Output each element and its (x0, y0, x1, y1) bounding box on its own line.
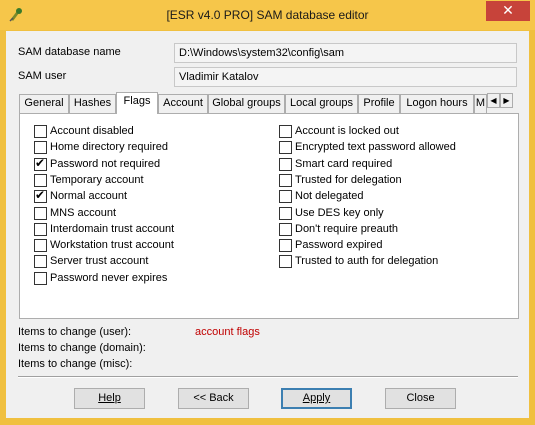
tab-logon-hours[interactable]: Logon hours (400, 94, 474, 113)
checkmark-icon: ✔ (35, 188, 46, 203)
unchecked-box-icon[interactable] (34, 141, 47, 155)
unchecked-box-icon[interactable] (279, 206, 292, 220)
unchecked-box-icon[interactable] (34, 255, 47, 269)
checked-box-icon[interactable]: ✔ (34, 155, 47, 171)
flag-label: Password not required (50, 157, 161, 170)
change-user-label: Items to change (user): (18, 326, 132, 338)
unchecked-box-icon[interactable] (279, 141, 292, 155)
sam-user-label: SAM user (18, 70, 67, 82)
change-user-value: account flags (195, 326, 260, 338)
flag-checkbox[interactable]: Password expired (279, 239, 382, 253)
tab-general[interactable]: General (19, 94, 69, 113)
unchecked-box-icon[interactable] (34, 125, 47, 138)
flag-label: Password never expires (50, 271, 168, 284)
flag-checkbox[interactable]: Not delegated (279, 190, 364, 204)
flag-label: Don't require preauth (295, 222, 398, 235)
unchecked-box-icon[interactable] (279, 157, 292, 171)
flag-checkbox[interactable]: Account disabled (34, 125, 134, 139)
flag-label: Account disabled (50, 125, 134, 137)
unchecked-box-icon[interactable] (279, 125, 292, 138)
sam-db-label: SAM database name (18, 46, 121, 58)
flag-label: Trusted for delegation (295, 173, 402, 186)
flag-checkbox[interactable]: MNS account (34, 206, 117, 221)
unchecked-box-icon[interactable] (34, 271, 47, 285)
flag-checkbox[interactable]: Use DES key only (279, 206, 384, 221)
unchecked-box-icon[interactable] (34, 173, 47, 187)
flag-checkbox[interactable]: ✔ Normal account (34, 188, 128, 204)
unchecked-box-icon[interactable] (279, 190, 292, 204)
checkmark-icon: ✔ (35, 155, 46, 170)
flag-checkbox[interactable]: Server trust account (34, 255, 148, 269)
flag-label: Encrypted text password allowed (295, 141, 456, 154)
flag-checkbox[interactable]: Temporary account (34, 173, 144, 188)
flag-checkbox[interactable]: Interdomain trust account (34, 222, 175, 237)
app-window: [ESR v4.0 PRO] SAM database editor ✕ SAM… (0, 0, 535, 425)
unchecked-box-icon[interactable] (279, 239, 292, 253)
tab-local-groups[interactable]: Local groups (285, 94, 358, 113)
separator (18, 376, 518, 378)
close-window-button[interactable]: ✕ (486, 1, 530, 21)
flag-checkbox[interactable]: ✔ Password not required (34, 155, 161, 172)
tab-hashes[interactable]: Hashes (69, 94, 116, 113)
unchecked-box-icon[interactable] (279, 173, 292, 187)
flag-label: Home directory required (50, 141, 168, 154)
close-button[interactable]: Close (385, 388, 456, 409)
flag-label: Password expired (295, 239, 383, 252)
flag-label: Temporary account (50, 173, 144, 186)
flag-checkbox[interactable]: Encrypted text password allowed (279, 141, 456, 155)
flag-label: Smart card required (295, 157, 393, 170)
apply-button-label: Apply (302, 392, 331, 404)
flag-checkbox[interactable]: Password never expires (34, 271, 168, 286)
tab-strip: General Hashes Flags Account Global grou… (19, 92, 519, 114)
unchecked-box-icon[interactable] (34, 222, 47, 236)
tab-scroll-right-icon[interactable]: ▶ (500, 93, 513, 108)
unchecked-box-icon[interactable] (279, 222, 292, 236)
unchecked-box-icon[interactable] (279, 255, 292, 269)
back-button[interactable]: << Back (178, 388, 249, 409)
flag-label: Normal account (50, 190, 128, 203)
flag-label: Workstation trust account (50, 239, 174, 252)
flag-checkbox[interactable]: Home directory required (34, 141, 168, 155)
flags-panel: Account disabled Home directory required ✔… (19, 113, 519, 319)
sam-user-field: Vladimir Katalov (174, 67, 517, 87)
tab-global-groups[interactable]: Global groups (208, 94, 285, 113)
help-button-label: Help (98, 392, 121, 404)
title-bar[interactable]: [ESR v4.0 PRO] SAM database editor ✕ (0, 0, 535, 30)
change-misc-label: Items to change (misc): (18, 358, 133, 370)
flag-label: Use DES key only (295, 206, 384, 219)
dialog-body: SAM database name D:\Windows\system32\co… (6, 31, 529, 418)
flag-checkbox[interactable]: Workstation trust account (34, 239, 174, 253)
window-title: [ESR v4.0 PRO] SAM database editor (166, 8, 369, 22)
flag-checkbox[interactable]: Don't require preauth (279, 222, 398, 237)
flag-label: Not delegated (295, 190, 364, 203)
flag-label: Account is locked out (295, 125, 399, 137)
unchecked-box-icon[interactable] (34, 206, 47, 220)
flag-label: MNS account (50, 206, 117, 219)
flag-checkbox[interactable]: Trusted for delegation (279, 173, 402, 188)
checked-box-icon[interactable]: ✔ (34, 188, 47, 204)
tab-account[interactable]: Account (158, 94, 208, 113)
flag-checkbox[interactable]: Trusted to auth for delegation (279, 255, 438, 269)
flag-checkbox[interactable]: Account is locked out (279, 125, 399, 139)
tab-flags[interactable]: Flags (116, 92, 158, 114)
tab-more[interactable]: M (474, 94, 487, 113)
flag-label: Trusted to auth for delegation (295, 255, 439, 268)
apply-button[interactable]: Apply (281, 388, 352, 409)
sam-db-field: D:\Windows\system32\config\sam (174, 43, 517, 63)
change-domain-label: Items to change (domain): (18, 342, 146, 354)
tab-scroll-left-icon[interactable]: ◀ (487, 93, 500, 108)
help-button[interactable]: Help (74, 388, 145, 409)
flag-checkbox[interactable]: Smart card required (279, 157, 393, 172)
flag-label: Server trust account (50, 255, 149, 268)
tab-profile[interactable]: Profile (358, 94, 400, 113)
flag-label: Interdomain trust account (50, 222, 175, 235)
unchecked-box-icon[interactable] (34, 239, 47, 253)
